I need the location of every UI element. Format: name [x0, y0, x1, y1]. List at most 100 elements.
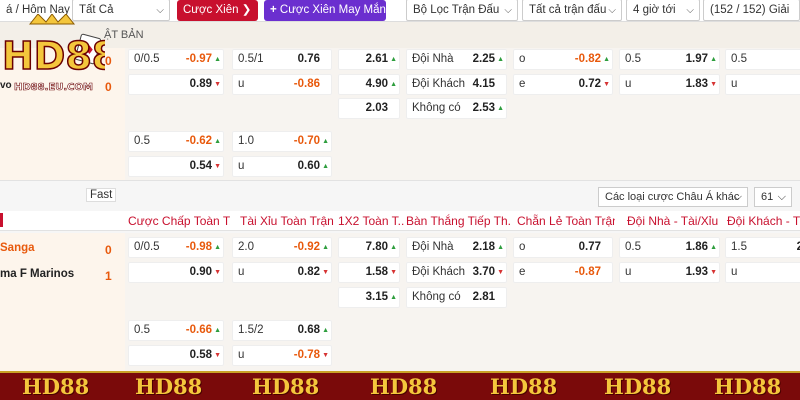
hd88-logo: ♦ HD88 HD88.EU.COM	[0, 13, 119, 104]
odds-cell[interactable]: 7.80 ▲	[338, 237, 400, 258]
odds-cell[interactable]: e 0.72 ▼	[513, 74, 613, 95]
league-count-select[interactable]: (152 / 152) Giải	[703, 0, 800, 21]
odds-cell[interactable]: 0.5 1.86 ▲	[619, 237, 720, 258]
odds-cell[interactable]: 1.5 2	[725, 237, 800, 258]
match-filter-select[interactable]: Bộ Lọc Trận Đấu ⌵	[406, 0, 518, 21]
odds-cell[interactable]: 3.15 ▲	[338, 287, 400, 308]
odds-cell[interactable]: u	[725, 262, 800, 283]
odds-cell[interactable]: 0/0.5 -0.97 ▲	[128, 49, 224, 70]
odds: 0.58	[189, 349, 212, 361]
arrow-down-icon: ▼	[214, 269, 221, 276]
brand-logo: HD88	[22, 374, 90, 399]
odds-cell[interactable]: 2.0 -0.92 ▲	[232, 237, 332, 258]
odds: 2.18	[472, 241, 495, 253]
odds-cell[interactable]: u 1.83 ▼	[619, 74, 720, 95]
line: 0.5	[625, 241, 641, 253]
odds-cell[interactable]: Không có 2.53 ▲	[406, 98, 507, 119]
all-matches-select[interactable]: Tất cả trận đấu ⌵	[522, 0, 622, 21]
col-next-goal[interactable]: Bàn Thắng Tiếp Th...	[406, 213, 510, 229]
odds-cell[interactable]: u -0.78 ▼	[232, 345, 332, 366]
match-info: Sanga ma F Marinos 0 1	[0, 233, 125, 371]
arrow-up-icon: ▲	[390, 81, 397, 88]
arrow-down-icon: ▼	[497, 269, 504, 276]
brand-logo: HD88	[490, 374, 558, 399]
odds: 0.82	[297, 266, 320, 278]
arrow-up-icon: ▲	[322, 327, 329, 334]
odds-cell[interactable]: 0.5	[725, 49, 800, 70]
odds: -0.97	[185, 53, 212, 65]
odds-cell[interactable]: 1.5/2 0.68 ▲	[232, 320, 332, 341]
chevron-right-icon: ❯	[241, 4, 252, 16]
brand-logo: HD88	[714, 374, 782, 399]
col-home-ou[interactable]: Đội Nhà - Tài/Xỉu	[627, 213, 725, 229]
odds-cell[interactable]: 4.90 ▲	[338, 74, 400, 95]
odds-cell[interactable]: 0.90 ▼	[128, 262, 224, 283]
odds-cell[interactable]: 1.58 ▼	[338, 262, 400, 283]
col-1x2[interactable]: 1X2 Toàn T...	[338, 213, 404, 229]
odds-cell[interactable]: Đội Nhà 2.18 ▲	[406, 237, 507, 258]
time-label: 4 giờ tới	[633, 4, 676, 16]
odds-cell[interactable]: u 0.60 ▲	[232, 156, 332, 177]
arrow-down-icon: ▼	[710, 269, 717, 276]
odds: 1.97	[685, 53, 708, 65]
odds-cell[interactable]: 2.61 ▲	[338, 49, 400, 70]
outcome: Không có	[412, 291, 461, 303]
market-select[interactable]: Các loại cược Châu Á khác ⌵	[598, 187, 748, 207]
odds-cell[interactable]: Không có 2.81	[406, 287, 507, 308]
odds: 0.77	[578, 241, 601, 253]
odds-cell[interactable]: 0.89 ▼	[128, 74, 224, 95]
all-matches-label: Tất cả trận đấu	[529, 4, 607, 16]
away-score: 1	[105, 269, 112, 283]
odds-cell[interactable]: u -0.86	[232, 74, 332, 95]
home-team[interactable]: Sanga	[0, 242, 35, 254]
odds: -0.78	[293, 349, 320, 361]
odds-cell[interactable]: u 1.93 ▼	[619, 262, 720, 283]
line: 0/0.5	[134, 241, 160, 253]
parlay-button[interactable]: Cược Xiên ❯	[177, 0, 258, 21]
col-oddeven[interactable]: Chẵn Lẻ Toàn Trận	[517, 213, 615, 229]
odds-cell[interactable]: 0.5 1.97 ▲	[619, 49, 720, 70]
odds-cell[interactable]: u	[725, 74, 800, 95]
number-select[interactable]: 61 ⌵	[754, 187, 792, 207]
arrow-down-icon: ▼	[322, 352, 329, 359]
arrow-up-icon: ▲	[497, 244, 504, 251]
lucky-parlay-label: Cược Xiên May Mắn	[279, 4, 386, 16]
odds: -0.62	[185, 135, 212, 147]
odds-cell[interactable]: 0.5 -0.66 ▲	[128, 320, 224, 341]
outcome: Không có	[412, 102, 461, 114]
arrow-up-icon: ▲	[603, 56, 610, 63]
odds-cell[interactable]: 2.03	[338, 98, 400, 119]
arrow-up-icon: ▲	[497, 105, 504, 112]
arrow-up-icon: ▲	[322, 244, 329, 251]
odds-cell[interactable]: 1.0 -0.70 ▲	[232, 131, 332, 152]
col-away-ou[interactable]: Đội Khách - Tài	[727, 213, 800, 229]
odds-cell[interactable]: o 0.77	[513, 237, 613, 258]
odds-cell[interactable]: 0.5 -0.62 ▲	[128, 131, 224, 152]
odds-cell[interactable]: Đội Nhà 2.25 ▲	[406, 49, 507, 70]
arrow-down-icon: ▼	[390, 269, 397, 276]
odds: 1.86	[685, 241, 708, 253]
odds: 0.89	[189, 78, 212, 90]
away-team[interactable]: ma F Marinos	[0, 268, 74, 280]
odds-cell[interactable]: 0.5/1 0.76	[232, 49, 332, 70]
lucky-parlay-button[interactable]: + Cược Xiên May Mắn	[264, 0, 386, 21]
odds-cell[interactable]: 0/0.5 -0.98 ▲	[128, 237, 224, 258]
odds-cell[interactable]: Đội Khách 4.15	[406, 74, 507, 95]
market-select-label: Các loại cược Châu Á khác	[605, 191, 740, 203]
odds-cell[interactable]: 0.54 ▼	[128, 156, 224, 177]
odds-cell[interactable]: u 0.82 ▼	[232, 262, 332, 283]
odds-cell[interactable]: e -0.87	[513, 262, 613, 283]
col-handicap[interactable]: Cược Chấp Toàn T...	[128, 213, 230, 229]
time-select[interactable]: 4 giờ tới ⌵	[626, 0, 700, 21]
odds-cell[interactable]: Đội Khách 3.70 ▼	[406, 262, 507, 283]
col-overunder[interactable]: Tài Xỉu Toàn Trận	[240, 213, 334, 229]
odds: 4.90	[365, 78, 388, 90]
line: e	[519, 78, 526, 90]
line: e	[519, 266, 526, 278]
odds-cell[interactable]: o -0.82 ▲	[513, 49, 613, 70]
line: 0.5	[134, 324, 150, 336]
odds-cell[interactable]: 0.58 ▼	[128, 345, 224, 366]
chevron-down-icon: ⌵	[733, 191, 742, 203]
arrow-down-icon: ▼	[322, 269, 329, 276]
fast-button[interactable]: Fast	[86, 188, 117, 202]
